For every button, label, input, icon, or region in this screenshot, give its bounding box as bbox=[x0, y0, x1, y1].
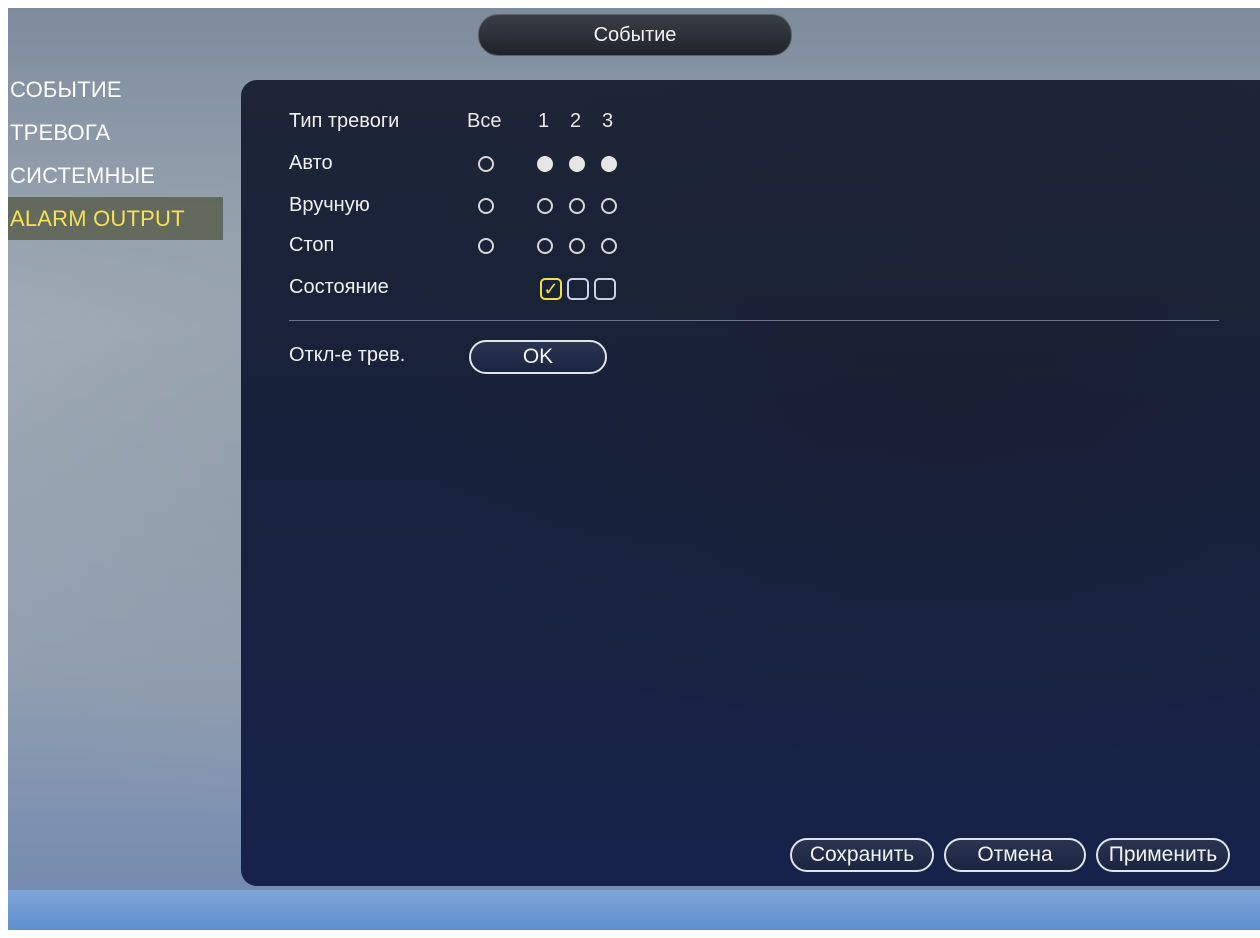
sidebar-item-event[interactable]: СОБЫТИЕ bbox=[8, 68, 223, 111]
column-all-header: Все bbox=[467, 110, 502, 132]
checkmark-icon: ✓ bbox=[543, 279, 559, 299]
radio-auto-ch3[interactable] bbox=[601, 156, 617, 172]
column-channel-1-header: 1 bbox=[538, 110, 550, 132]
status-checkbox-ch3[interactable] bbox=[594, 278, 616, 300]
settings-panel: Тип тревоги Все 1 2 3 Авто Вручную Стоп … bbox=[241, 80, 1260, 886]
status-checkbox-ch1[interactable]: ✓ bbox=[540, 278, 562, 300]
sidebar-item-alarm[interactable]: ТРЕВОГА bbox=[8, 111, 223, 154]
column-channel-3-header: 3 bbox=[602, 110, 614, 132]
radio-auto-all[interactable] bbox=[478, 156, 494, 172]
radio-stop-ch3[interactable] bbox=[601, 238, 617, 254]
alarm-off-label: Откл-е трев. bbox=[289, 344, 406, 366]
status-label: Состояние bbox=[289, 276, 389, 298]
radio-stop-ch2[interactable] bbox=[569, 238, 585, 254]
radio-manual-ch2[interactable] bbox=[569, 198, 585, 214]
alarm-type-label: Тип тревоги bbox=[289, 110, 400, 132]
save-button[interactable]: Сохранить bbox=[790, 838, 934, 872]
window-title: Событие bbox=[478, 14, 792, 56]
row-label-stop: Стоп bbox=[289, 234, 335, 256]
section-divider bbox=[289, 320, 1219, 321]
dvr-screen: Событие СОБЫТИЕ ТРЕВОГА СИСТЕМНЫЕ ALARM … bbox=[8, 8, 1260, 930]
row-label-manual: Вручную bbox=[289, 194, 370, 216]
sidebar-item-alarm-output[interactable]: ALARM OUTPUT bbox=[8, 197, 223, 240]
cancel-button[interactable]: Отмена bbox=[944, 838, 1086, 872]
bottom-bar bbox=[8, 890, 1260, 930]
radio-manual-ch1[interactable] bbox=[537, 198, 553, 214]
alarm-off-ok-button[interactable]: OK bbox=[469, 340, 607, 374]
column-channel-2-header: 2 bbox=[570, 110, 582, 132]
apply-button[interactable]: Применить bbox=[1096, 838, 1230, 872]
status-checkbox-ch2[interactable] bbox=[567, 278, 589, 300]
radio-auto-ch2[interactable] bbox=[569, 156, 585, 172]
radio-auto-ch1[interactable] bbox=[537, 156, 553, 172]
row-label-auto: Авто bbox=[289, 152, 333, 174]
radio-stop-ch1[interactable] bbox=[537, 238, 553, 254]
radio-manual-ch3[interactable] bbox=[601, 198, 617, 214]
sidebar: СОБЫТИЕ ТРЕВОГА СИСТЕМНЫЕ ALARM OUTPUT bbox=[8, 68, 223, 240]
radio-stop-all[interactable] bbox=[478, 238, 494, 254]
radio-manual-all[interactable] bbox=[478, 198, 494, 214]
sidebar-item-system[interactable]: СИСТЕМНЫЕ bbox=[8, 154, 223, 197]
